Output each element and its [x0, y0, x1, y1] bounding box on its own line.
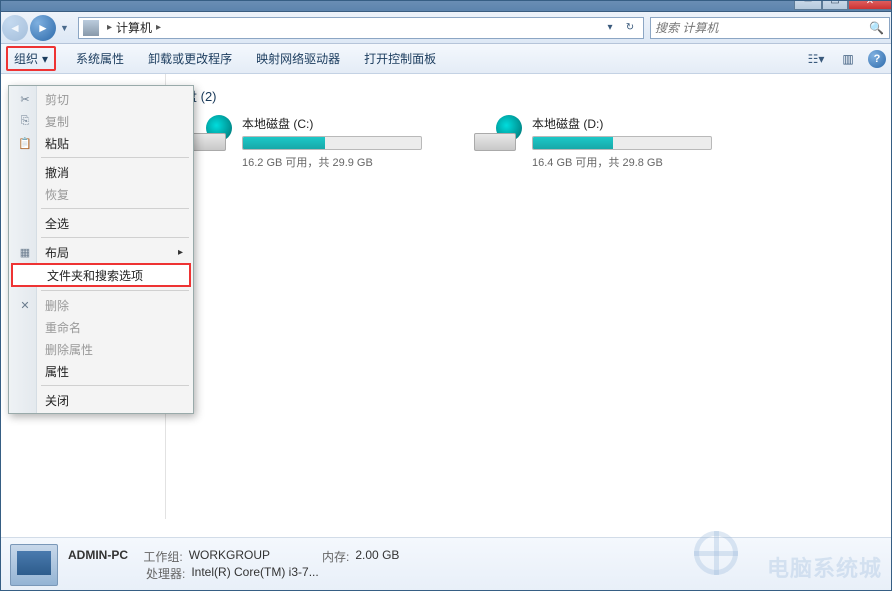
view-options-button[interactable]: ☷▾: [804, 49, 828, 69]
status-info: ADMIN-PC 工作组: WORKGROUP 内存: 2.00 GB 处理器:…: [68, 548, 399, 582]
search-icon: 🔍: [869, 21, 885, 35]
workgroup-value: WORKGROUP: [189, 548, 270, 565]
memory-label: 内存:: [322, 548, 349, 565]
menu-separator: [41, 208, 189, 209]
breadcrumb-item[interactable]: 计算机: [116, 19, 152, 36]
drive-name: 本地磁盘 (C:): [242, 115, 444, 132]
watermark-logo: [694, 531, 738, 575]
system-properties-button[interactable]: 系统属性: [72, 48, 128, 69]
toolbar: 组织 ▾ 系统属性 卸载或更改程序 映射网络驱动器 打开控制面板 ☷▾ ▥ ?: [0, 44, 892, 74]
drive-stats: 16.4 GB 可用，共 29.8 GB: [532, 154, 734, 170]
drive-d[interactable]: 本地磁盘 (D:) 16.4 GB 可用，共 29.8 GB: [474, 115, 734, 170]
menu-redo[interactable]: 恢复: [11, 183, 191, 205]
workgroup-label: 工作组:: [143, 548, 182, 565]
drives-section-header: 盘 (2): [184, 86, 874, 105]
preview-pane-button[interactable]: ▥: [836, 49, 860, 69]
delete-icon: ✕: [17, 297, 33, 313]
forward-button[interactable]: ►: [30, 15, 56, 41]
breadcrumb-separator: ▸: [156, 22, 161, 33]
computer-name: ADMIN-PC: [68, 548, 128, 565]
drive-stats: 16.2 GB 可用，共 29.9 GB: [242, 154, 444, 170]
organize-button[interactable]: 组织 ▾: [6, 46, 56, 71]
menu-layout[interactable]: ▦布局▸: [11, 241, 191, 263]
memory-value: 2.00 GB: [355, 548, 399, 565]
maximize-button[interactable]: ▭: [822, 0, 848, 10]
cut-icon: ✂: [17, 91, 33, 107]
organize-menu: ✂剪切 ⎘复制 📋粘贴 撤消 恢复 全选 ▦布局▸ 文件夹和搜索选项 ✕删除 重…: [8, 85, 194, 414]
breadcrumb-separator: ▸: [107, 22, 112, 33]
submenu-arrow-icon: ▸: [178, 247, 183, 258]
menu-separator: [41, 157, 189, 158]
menu-separator: [41, 237, 189, 238]
minimize-button[interactable]: ─: [794, 0, 822, 10]
titlebar: ─ ▭ ✕: [0, 0, 892, 12]
processor-value: Intel(R) Core(TM) i3-7...: [191, 565, 318, 582]
search-input[interactable]: [655, 21, 869, 35]
uninstall-programs-button[interactable]: 卸载或更改程序: [144, 48, 236, 69]
chevron-down-icon: ▾: [42, 52, 48, 66]
menu-separator: [41, 290, 189, 291]
computer-large-icon: [10, 544, 58, 586]
organize-label: 组织: [14, 50, 38, 67]
address-bar[interactable]: ▸ 计算机 ▸ ▾ ↻: [78, 17, 644, 39]
processor-label: 处理器:: [146, 565, 185, 582]
drive-capacity-bar: [532, 136, 712, 150]
drive-name: 本地磁盘 (D:): [532, 115, 734, 132]
layout-icon: ▦: [17, 244, 33, 260]
drive-c[interactable]: 本地磁盘 (C:) 16.2 GB 可用，共 29.9 GB: [184, 115, 444, 170]
menu-cut[interactable]: ✂剪切: [11, 88, 191, 110]
drive-icon: [474, 115, 522, 151]
help-button[interactable]: ?: [868, 50, 886, 68]
menu-delete[interactable]: ✕删除: [11, 294, 191, 316]
menu-paste[interactable]: 📋粘贴: [11, 132, 191, 154]
status-bar: ADMIN-PC 工作组: WORKGROUP 内存: 2.00 GB 处理器:…: [0, 537, 892, 591]
window-controls: ─ ▭ ✕: [794, 0, 892, 10]
navigation-bar: ◄ ► ▼ ▸ 计算机 ▸ ▾ ↻ 🔍: [0, 12, 892, 44]
close-window-button[interactable]: ✕: [848, 0, 892, 10]
menu-properties[interactable]: 属性: [11, 360, 191, 382]
drives-list: 本地磁盘 (C:) 16.2 GB 可用，共 29.9 GB 本地磁盘 (D:)…: [184, 115, 874, 170]
back-button[interactable]: ◄: [2, 15, 28, 41]
menu-remove-properties[interactable]: 删除属性: [11, 338, 191, 360]
drive-info: 本地磁盘 (D:) 16.4 GB 可用，共 29.8 GB: [532, 115, 734, 170]
menu-close[interactable]: 关闭: [11, 389, 191, 411]
history-dropdown[interactable]: ▼: [60, 23, 72, 33]
menu-folder-search-options[interactable]: 文件夹和搜索选项: [11, 263, 191, 287]
nav-arrows: ◄ ► ▼: [2, 15, 72, 41]
drive-info: 本地磁盘 (C:) 16.2 GB 可用，共 29.9 GB: [242, 115, 444, 170]
refresh-button[interactable]: ↻: [621, 19, 639, 37]
menu-select-all[interactable]: 全选: [11, 212, 191, 234]
computer-icon: [83, 20, 99, 36]
address-dropdown[interactable]: ▾: [601, 19, 619, 37]
drive-capacity-bar: [242, 136, 422, 150]
paste-icon: 📋: [17, 135, 33, 151]
menu-copy[interactable]: ⎘复制: [11, 110, 191, 132]
open-control-panel-button[interactable]: 打开控制面板: [360, 48, 440, 69]
menu-separator: [41, 385, 189, 386]
menu-undo[interactable]: 撤消: [11, 161, 191, 183]
menu-rename[interactable]: 重命名: [11, 316, 191, 338]
content-pane: 盘 (2) 本地磁盘 (C:) 16.2 GB 可用，共 29.9 GB 本地磁…: [166, 74, 892, 519]
copy-icon: ⎘: [17, 113, 33, 129]
watermark-text: 电脑系统城: [767, 551, 882, 583]
map-network-drive-button[interactable]: 映射网络驱动器: [252, 48, 344, 69]
search-box[interactable]: 🔍: [650, 17, 890, 39]
